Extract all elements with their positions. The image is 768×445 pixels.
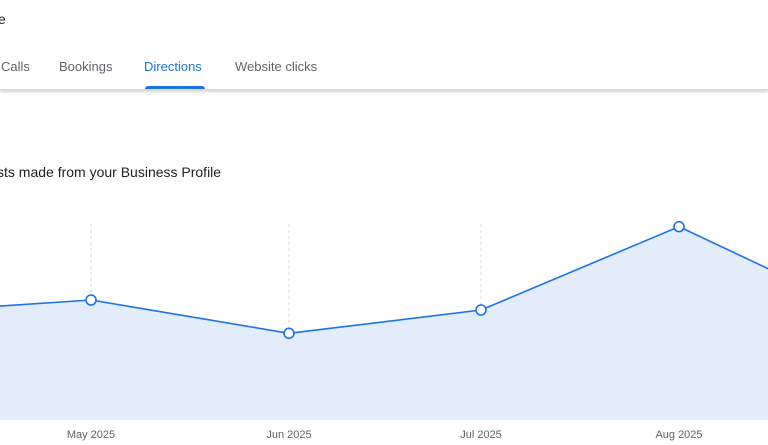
series-area [0, 226, 768, 420]
x-tick-label: May 2025 [67, 429, 115, 441]
x-tick-label: Jul 2025 [460, 429, 502, 441]
x-tick-label: Jun 2025 [266, 429, 311, 441]
x-tick-label: Aug 2025 [655, 429, 702, 441]
data-point [283, 327, 295, 340]
directions-line-chart: May 2025 Jun 2025 Jul 2025 Aug 2025 [0, 220, 768, 441]
data-point [673, 220, 685, 233]
data-point [475, 304, 487, 316]
data-point [85, 294, 97, 306]
